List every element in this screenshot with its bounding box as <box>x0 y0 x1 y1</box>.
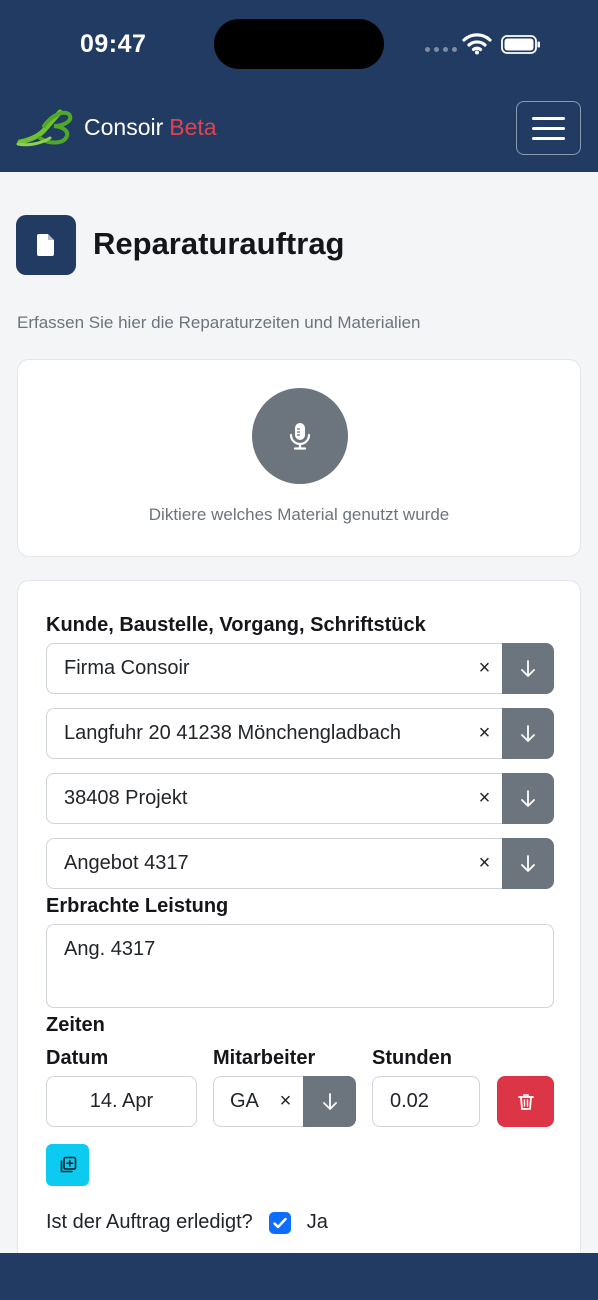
customer-dropdown-button[interactable] <box>502 643 554 694</box>
dictation-hint: Diktiere welches Material genutzt wurde <box>148 505 450 524</box>
document-dropdown-button[interactable] <box>502 838 554 889</box>
site-combobox: Langfuhr 20 41238 Mönchengladbach × <box>46 708 554 759</box>
done-question: Ist der Auftrag erledigt? <box>46 1211 253 1233</box>
date-column-label: Datum <box>46 1047 109 1069</box>
add-time-entry-button[interactable] <box>46 1144 89 1186</box>
page-subtitle: Erfassen Sie hier die Reparaturzeiten un… <box>17 313 421 332</box>
customer-clear-button[interactable]: × <box>467 643 502 694</box>
bottom-bar <box>0 1253 598 1300</box>
add-copy-icon <box>60 1156 76 1173</box>
arrow-down-icon <box>521 659 535 677</box>
battery-icon <box>501 35 540 54</box>
document-icon <box>16 215 76 275</box>
document-clear-button[interactable]: × <box>467 838 502 889</box>
hamburger-menu-icon <box>532 116 565 120</box>
hours-input[interactable]: 0.02 <box>372 1076 480 1127</box>
hours-column-label: Stunden <box>372 1047 452 1069</box>
service-label: Erbrachte Leistung <box>46 895 229 917</box>
top-navbar: 09:47 Consoir Beta <box>0 0 598 172</box>
status-time: 09:47 <box>80 30 147 58</box>
customer-input[interactable]: Firma Consoir <box>46 643 467 694</box>
site-clear-button[interactable]: × <box>467 708 502 759</box>
done-checkbox[interactable] <box>268 1211 291 1234</box>
employee-combobox: GA × <box>213 1076 356 1127</box>
process-dropdown-button[interactable] <box>502 773 554 824</box>
delete-time-entry-button[interactable] <box>497 1076 554 1127</box>
menu-toggle-button[interactable] <box>516 101 581 155</box>
done-row: Ist der Auftrag erledigt? Ja <box>46 1211 328 1234</box>
page-title: Reparaturauftrag <box>93 226 345 261</box>
microphone-button[interactable] <box>252 388 348 484</box>
site-input[interactable]: Langfuhr 20 41238 Mönchengladbach <box>46 708 467 759</box>
process-combobox: 38408 Projekt × <box>46 773 554 824</box>
arrow-down-icon <box>521 724 535 742</box>
wifi-icon <box>462 33 492 55</box>
context-label: Kunde, Baustelle, Vorgang, Schriftstück <box>46 614 426 636</box>
dictation-card: Diktiere welches Material genutzt wurde <box>17 359 581 557</box>
document-input[interactable]: Angebot 4317 <box>46 838 467 889</box>
brand-name: Consoir <box>84 113 164 140</box>
service-textarea[interactable]: Ang. 4317 <box>46 924 554 1008</box>
process-input[interactable]: 38408 Projekt <box>46 773 467 824</box>
date-input[interactable]: 14. Apr <box>46 1076 197 1127</box>
microphone-icon <box>289 423 311 450</box>
brand-logo-icon <box>16 109 73 147</box>
document-combobox: Angebot 4317 × <box>46 838 554 889</box>
repair-form-card: Kunde, Baustelle, Vorgang, Schriftstück … <box>17 580 581 1280</box>
customer-combobox: Firma Consoir × <box>46 643 554 694</box>
checkmark-icon <box>273 1217 287 1228</box>
employee-clear-button[interactable]: × <box>268 1076 303 1127</box>
brand-beta-tag: Beta <box>169 113 217 140</box>
dynamic-island <box>214 19 384 69</box>
arrow-down-icon <box>521 789 535 807</box>
done-answer-label: Ja <box>306 1211 328 1233</box>
process-clear-button[interactable]: × <box>467 773 502 824</box>
trash-icon <box>517 1093 534 1110</box>
employee-input[interactable]: GA <box>213 1076 268 1127</box>
arrow-down-icon <box>322 1092 337 1110</box>
employee-column-label: Mitarbeiter <box>213 1047 316 1069</box>
employee-dropdown-button[interactable] <box>303 1076 356 1127</box>
brand[interactable]: Consoir Beta <box>16 106 217 148</box>
site-dropdown-button[interactable] <box>502 708 554 759</box>
arrow-down-icon <box>521 854 535 872</box>
cellular-signal-icon <box>425 47 457 52</box>
times-label: Zeiten <box>46 1014 105 1036</box>
